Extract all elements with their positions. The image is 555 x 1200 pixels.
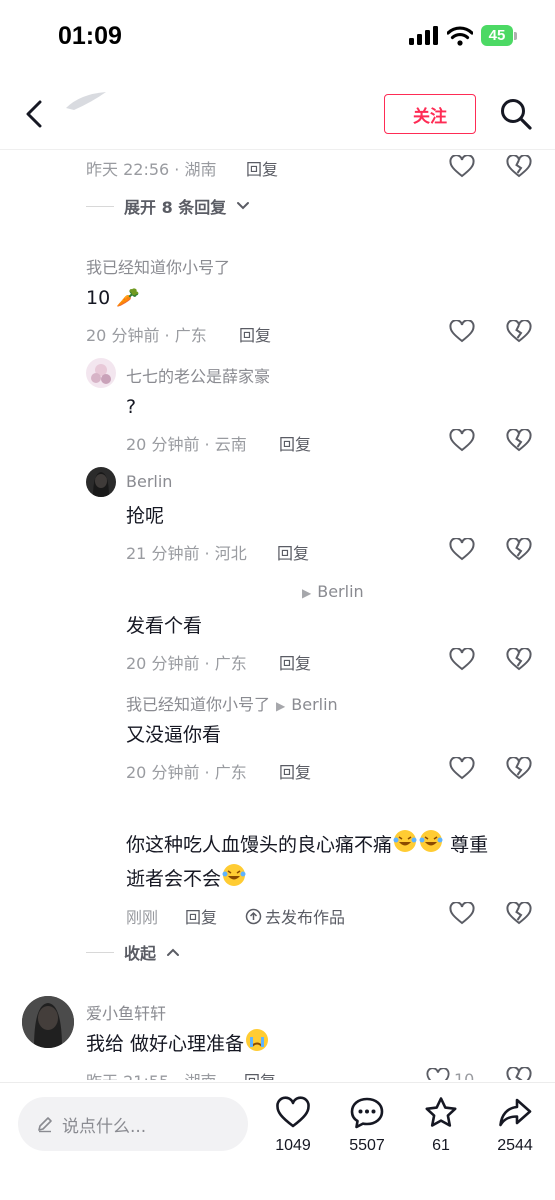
publish-work-button[interactable]: 去发布作品 bbox=[245, 904, 345, 928]
chevron-up-icon bbox=[167, 948, 180, 956]
broken-heart-icon[interactable] bbox=[506, 429, 532, 453]
chevron-left-icon bbox=[26, 100, 42, 128]
comment-meta: 昨天 22:56 · 湖南 bbox=[86, 160, 217, 179]
cellular-signal-icon bbox=[409, 25, 438, 45]
laughing-tears-emoji bbox=[419, 830, 443, 852]
wifi-icon bbox=[447, 25, 473, 46]
heart-icon bbox=[276, 1096, 310, 1128]
battery-indicator: 45 bbox=[481, 25, 517, 46]
upload-circle-icon bbox=[245, 908, 262, 924]
comment-text: 你这种吃人血馒头的良心痛不痛 尊重 bbox=[126, 828, 488, 862]
comment-text: 抢呢 bbox=[126, 505, 165, 527]
comment-text: 又没逼你看 bbox=[126, 724, 222, 746]
reply-target: ▶ Berlin bbox=[302, 582, 364, 601]
heart-icon[interactable] bbox=[449, 320, 475, 344]
share-button[interactable]: 2544 bbox=[480, 1095, 550, 1165]
comment-meta: 20 分钟前 · 广东 bbox=[126, 654, 247, 673]
broken-heart-icon[interactable] bbox=[506, 902, 532, 926]
comment-username[interactable]: 我已经知道你小号了 bbox=[86, 254, 230, 278]
comment-username[interactable]: 爱小鱼轩轩 bbox=[86, 1000, 166, 1024]
comment-input[interactable]: 说点什么... bbox=[18, 1097, 248, 1151]
status-time: 01:09 bbox=[58, 22, 122, 50]
expand-replies-button[interactable]: 展开 8 条回复 bbox=[86, 194, 250, 218]
blurred-avatar bbox=[66, 92, 106, 110]
broken-heart-icon[interactable] bbox=[506, 538, 532, 562]
pencil-icon bbox=[38, 1117, 52, 1133]
heart-icon[interactable] bbox=[449, 429, 475, 453]
heart-icon bbox=[426, 1068, 450, 1080]
comment-input-placeholder: 说点什么... bbox=[62, 1116, 147, 1137]
chevron-down-icon bbox=[237, 202, 250, 210]
broken-heart-icon[interactable] bbox=[506, 1067, 532, 1080]
search-button[interactable] bbox=[498, 96, 534, 132]
broken-heart-icon[interactable] bbox=[506, 757, 532, 781]
comment-meta: 20 分钟前 · 广东 bbox=[126, 763, 247, 782]
like-count: 1049 bbox=[275, 1137, 311, 1154]
comment-meta: 昨天 21:55 · 湖南 bbox=[86, 1068, 216, 1080]
reply-button[interactable]: 回复 bbox=[246, 156, 278, 180]
comment-username[interactable]: Berlin bbox=[126, 472, 172, 491]
like-count[interactable]: 10 bbox=[426, 1068, 474, 1080]
comment-meta: 20 分钟前 · 云南 bbox=[126, 435, 247, 454]
favorite-count: 61 bbox=[432, 1137, 450, 1154]
follow-button[interactable]: 关注 bbox=[384, 94, 476, 134]
comment-text: 我给 做好心理准备 bbox=[86, 1027, 270, 1061]
comment-username[interactable]: 我已经知道你小号了 ▶ Berlin bbox=[126, 691, 338, 715]
comment-text-continued: 逝者会不会 bbox=[126, 862, 247, 896]
reply-button[interactable]: 回复 bbox=[239, 322, 271, 346]
share-count: 2544 bbox=[497, 1137, 533, 1154]
heart-icon[interactable] bbox=[449, 902, 475, 926]
broken-heart-icon[interactable] bbox=[506, 155, 532, 179]
broken-heart-icon[interactable] bbox=[506, 648, 532, 672]
comment-list[interactable]: 昨天 22:56 · 湖南 回复 展开 8 条回复 我已经知道你小号了 10 🥕… bbox=[0, 150, 555, 1080]
laughing-tears-emoji bbox=[393, 830, 417, 852]
comment-text: ? bbox=[126, 396, 137, 418]
bottom-action-bar: 说点什么... 1049 5507 61 2544 bbox=[0, 1082, 555, 1200]
avatar[interactable] bbox=[86, 467, 116, 497]
status-icons: 45 bbox=[409, 25, 517, 46]
star-icon bbox=[425, 1097, 457, 1127]
reply-button[interactable]: 回复 bbox=[279, 759, 311, 783]
expand-replies-label: 展开 8 条回复 bbox=[124, 198, 227, 217]
crying-face-emoji bbox=[246, 1029, 269, 1051]
reply-button[interactable]: 回复 bbox=[244, 1068, 276, 1080]
avatar[interactable] bbox=[86, 358, 116, 388]
reply-button[interactable]: 回复 bbox=[279, 431, 311, 455]
comment-button[interactable]: 5507 bbox=[332, 1095, 402, 1165]
like-button[interactable]: 1049 bbox=[258, 1095, 328, 1165]
back-button[interactable] bbox=[18, 94, 54, 134]
search-icon bbox=[501, 99, 532, 130]
broken-heart-icon[interactable] bbox=[506, 320, 532, 344]
comment-count: 5507 bbox=[349, 1137, 385, 1154]
comment-username[interactable]: 七七的老公是薛家豪 bbox=[126, 363, 270, 387]
heart-icon[interactable] bbox=[449, 155, 475, 179]
avatar[interactable] bbox=[22, 996, 74, 1048]
laughing-tears-emoji bbox=[222, 864, 246, 886]
status-bar: 01:09 45 bbox=[0, 0, 555, 72]
reply-button[interactable]: 回复 bbox=[277, 540, 309, 564]
reply-button[interactable]: 回复 bbox=[185, 904, 217, 928]
collapse-replies-label: 收起 bbox=[124, 944, 157, 963]
battery-level: 45 bbox=[481, 25, 513, 46]
comment-meta: 刚刚 bbox=[126, 908, 159, 927]
heart-icon[interactable] bbox=[449, 538, 475, 562]
comment-bubble-icon bbox=[350, 1097, 384, 1129]
comment-meta: 20 分钟前 · 广东 bbox=[86, 326, 207, 345]
comment-text: 发看个看 bbox=[126, 615, 203, 637]
heart-icon[interactable] bbox=[449, 757, 475, 781]
comment-text: 10 🥕 bbox=[86, 287, 140, 309]
collapse-replies-button[interactable]: 收起 bbox=[86, 940, 180, 964]
comment-meta: 21 分钟前 · 河北 bbox=[126, 544, 247, 563]
share-arrow-icon bbox=[499, 1098, 532, 1127]
reply-button[interactable]: 回复 bbox=[279, 650, 311, 674]
heart-icon[interactable] bbox=[449, 648, 475, 672]
favorite-button[interactable]: 61 bbox=[406, 1095, 476, 1165]
